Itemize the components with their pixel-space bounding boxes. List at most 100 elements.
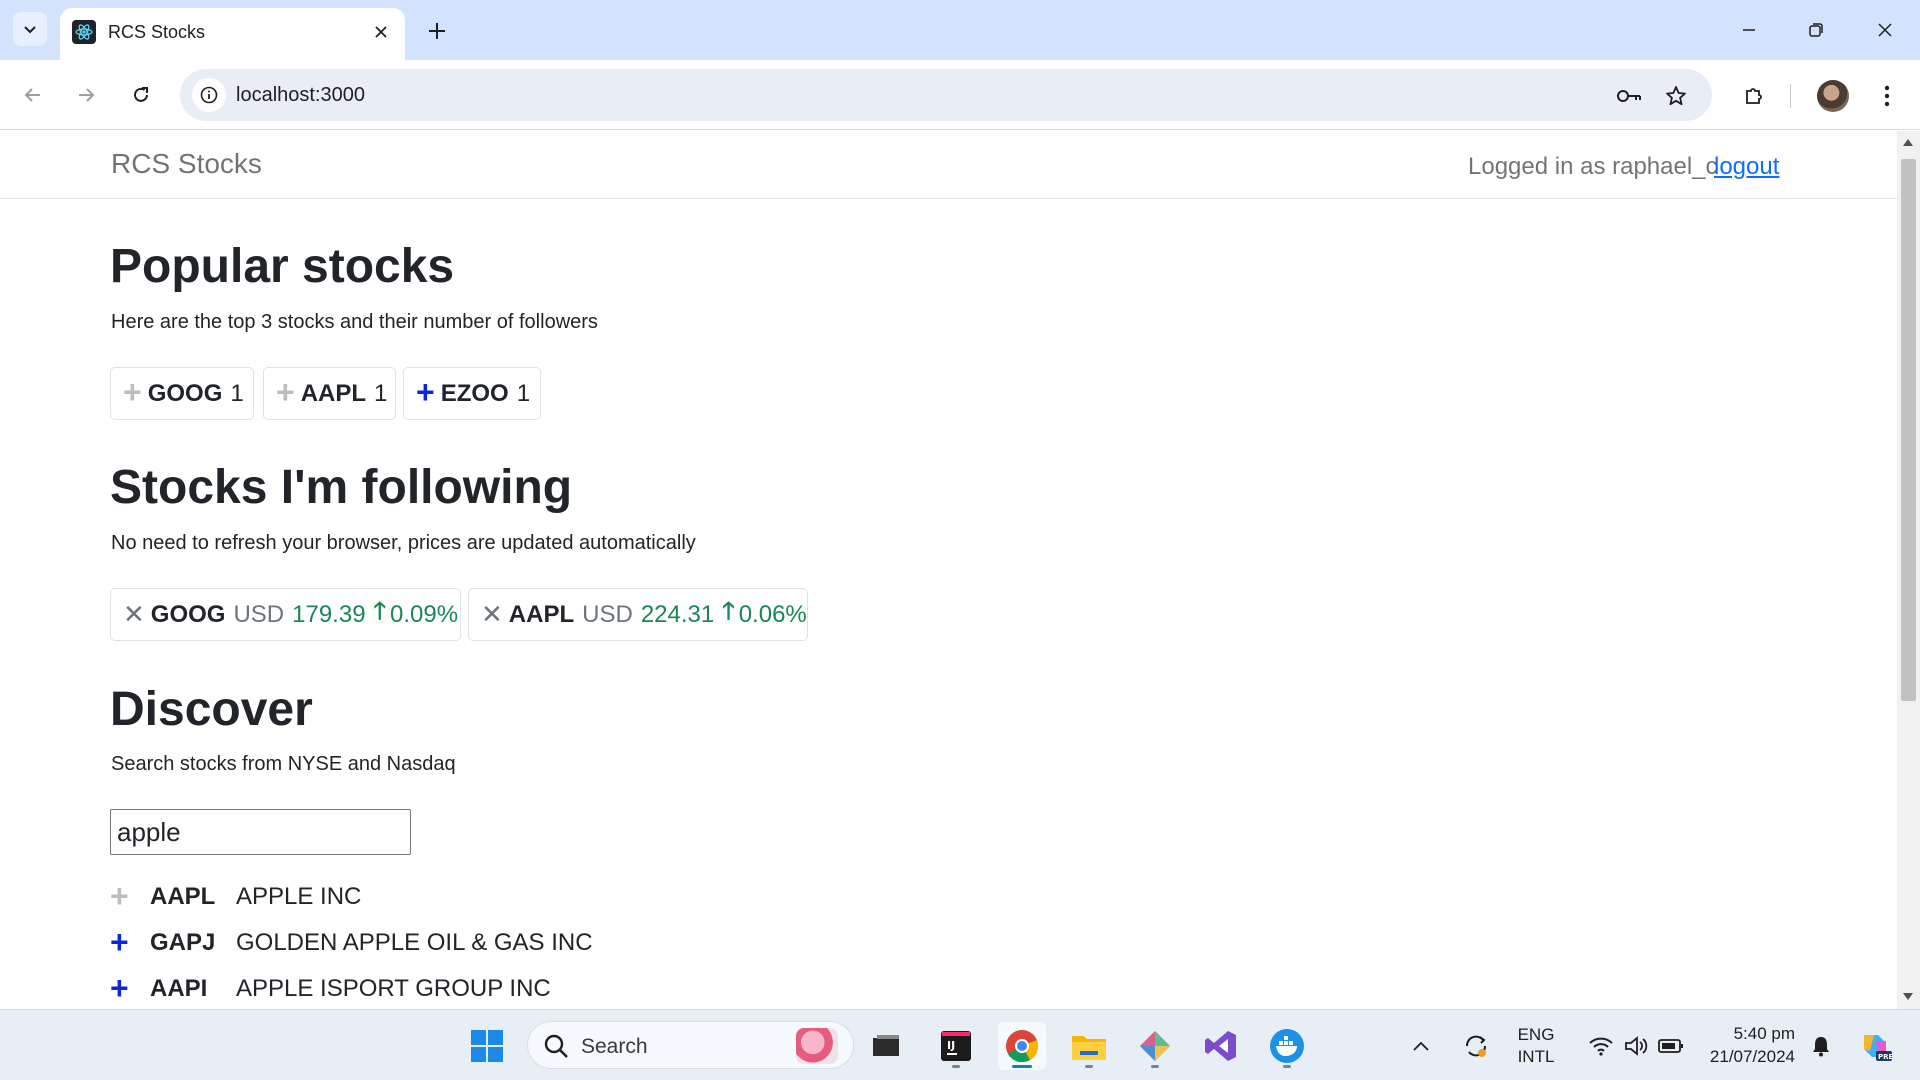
profile-avatar[interactable] — [1817, 80, 1849, 112]
browser-tab[interactable]: RCS Stocks — [60, 8, 405, 60]
taskbar-app-docker[interactable] — [1263, 1022, 1311, 1070]
volume-icon — [1625, 1036, 1648, 1056]
follower-count: 1 — [516, 379, 531, 407]
follow-plus-icon[interactable]: + — [276, 376, 295, 408]
notifications-button[interactable] — [1806, 1022, 1836, 1070]
follower-count: 1 — [230, 379, 244, 407]
stock-change: 0.09% — [390, 600, 459, 628]
site-info-button[interactable] — [192, 78, 226, 112]
result-symbol: AAPL — [150, 883, 216, 910]
popular-stock-chip[interactable]: + GOOG 1 — [110, 367, 254, 420]
running-indicator — [1012, 1065, 1032, 1068]
svg-text:IJ: IJ — [947, 1039, 955, 1052]
tab-title: RCS Stocks — [108, 22, 206, 42]
follow-plus-icon[interactable]: + — [110, 926, 150, 958]
browser-toolbar: localhost:3000 — [0, 60, 1920, 130]
scroll-down-arrow-icon[interactable] — [1903, 993, 1913, 1000]
close-icon — [1878, 23, 1892, 37]
forward-button[interactable] — [67, 76, 105, 114]
popular-stock-chip[interactable]: + EZOO 1 — [403, 367, 541, 420]
close-window-button[interactable] — [1860, 8, 1910, 52]
browser-tab-strip: RCS Stocks — [0, 0, 1920, 60]
diamond-app-icon — [1140, 1031, 1170, 1061]
taskbar-app-task-view[interactable] — [862, 1022, 910, 1070]
follow-plus-icon[interactable]: + — [416, 376, 435, 408]
taskbar-app-chrome[interactable] — [998, 1022, 1046, 1070]
new-tab-button[interactable] — [420, 14, 454, 48]
scrollbar-thumb[interactable] — [1901, 159, 1916, 701]
show-hidden-icons-button[interactable] — [1406, 1022, 1436, 1070]
result-company-name: APPLE ISPORT GROUP INC — [236, 975, 551, 1002]
popular-heading: Popular stocks — [110, 240, 455, 293]
logout-link[interactable]: logout — [1714, 153, 1779, 181]
result-symbol: AAPI — [150, 975, 208, 1002]
extensions-button[interactable] — [1736, 78, 1772, 114]
unfollow-x-icon[interactable]: ✕ — [481, 599, 503, 630]
stock-currency: USD — [582, 600, 633, 628]
taskbar-app-visual-studio[interactable] — [1197, 1022, 1245, 1070]
bookmark-star-icon[interactable] — [1661, 81, 1691, 111]
start-button[interactable] — [463, 1022, 511, 1070]
clock-date: 21/07/2024 — [1709, 1047, 1795, 1066]
intellij-icon: IJ — [941, 1031, 971, 1061]
restore-button[interactable] — [1791, 8, 1841, 52]
restore-icon — [1809, 23, 1823, 37]
sync-status-button[interactable] — [1456, 1022, 1496, 1070]
minimize-button[interactable] — [1724, 8, 1774, 52]
followed-stock-chip: ✕ AAPL USD 224.31 🡑 0.06% — [468, 588, 808, 641]
taskbar-search-box[interactable]: Search — [527, 1021, 854, 1069]
copilot-icon: PRE — [1864, 1035, 1892, 1061]
chevron-down-icon — [24, 26, 36, 34]
discover-heading: Discover — [110, 683, 313, 736]
chevron-up-icon — [1413, 1041, 1429, 1051]
stock-symbol: GOOG — [147, 379, 223, 407]
language-code: ENG — [1517, 1025, 1555, 1044]
discover-subtitle: Search stocks from NYSE and Nasdaq — [111, 753, 456, 775]
battery-icon — [1658, 1039, 1683, 1053]
language-indicator[interactable]: ENG INTL — [1510, 1024, 1562, 1068]
address-bar[interactable]: localhost:3000 — [180, 69, 1712, 121]
svg-text:PRE: PRE — [1878, 1053, 1892, 1061]
bell-icon — [1813, 1037, 1829, 1057]
stock-symbol: AAPL — [300, 379, 367, 407]
scroll-up-arrow-icon[interactable] — [1903, 139, 1913, 146]
followed-stock-chip: ✕ GOOG USD 179.39 🡑 0.09% — [110, 588, 461, 641]
unfollow-x-icon[interactable]: ✕ — [123, 599, 145, 630]
tab-close-icon[interactable] — [367, 18, 395, 46]
page-viewport: RCS Stocks Logged in as raphael_c logout… — [0, 131, 1897, 1009]
back-button[interactable] — [14, 76, 52, 114]
password-key-icon[interactable] — [1614, 81, 1644, 111]
plus-icon — [429, 23, 445, 39]
tab-search-button[interactable] — [13, 12, 47, 46]
taskbar-app-git-tool[interactable] — [1131, 1022, 1179, 1070]
reload-button[interactable] — [122, 76, 160, 114]
taskbar-search-placeholder: Search — [581, 1035, 648, 1058]
taskbar-app-file-explorer[interactable] — [1065, 1022, 1113, 1070]
system-clock[interactable]: 5:40 pm 21/07/2024 — [1695, 1022, 1795, 1068]
arrow-up-icon: 🡑 — [373, 598, 387, 625]
task-view-icon — [873, 1035, 899, 1056]
page-scrollbar[interactable] — [1897, 131, 1920, 1009]
search-result-row: + AAPI APPLE ISPORT GROUP INC — [110, 969, 551, 1009]
chrome-icon — [1006, 1030, 1039, 1063]
follow-plus-icon[interactable]: + — [110, 972, 150, 1004]
popular-stock-chip[interactable]: + AAPL 1 — [263, 367, 396, 420]
follower-count: 1 — [374, 379, 388, 407]
stock-currency: USD — [233, 600, 285, 628]
result-company-name: APPLE INC — [236, 883, 362, 910]
stock-change: 0.06% — [738, 600, 807, 628]
wifi-icon — [1589, 1037, 1613, 1056]
follow-plus-icon[interactable]: + — [123, 376, 142, 408]
stock-search-input[interactable] — [110, 809, 411, 855]
network-volume-battery-button[interactable] — [1576, 1022, 1696, 1070]
stock-symbol: EZOO — [440, 379, 509, 407]
stock-price: 179.39 — [292, 600, 366, 628]
minimize-icon — [1743, 29, 1755, 31]
more-vertical-icon — [1884, 85, 1890, 107]
info-icon — [200, 86, 218, 104]
app-brand[interactable]: RCS Stocks — [111, 148, 262, 180]
copilot-button[interactable]: PRE — [1853, 1022, 1897, 1070]
browser-menu-button[interactable] — [1869, 78, 1905, 114]
follow-plus-icon[interactable]: + — [110, 880, 150, 912]
taskbar-app-intellij[interactable]: IJ — [932, 1022, 980, 1070]
